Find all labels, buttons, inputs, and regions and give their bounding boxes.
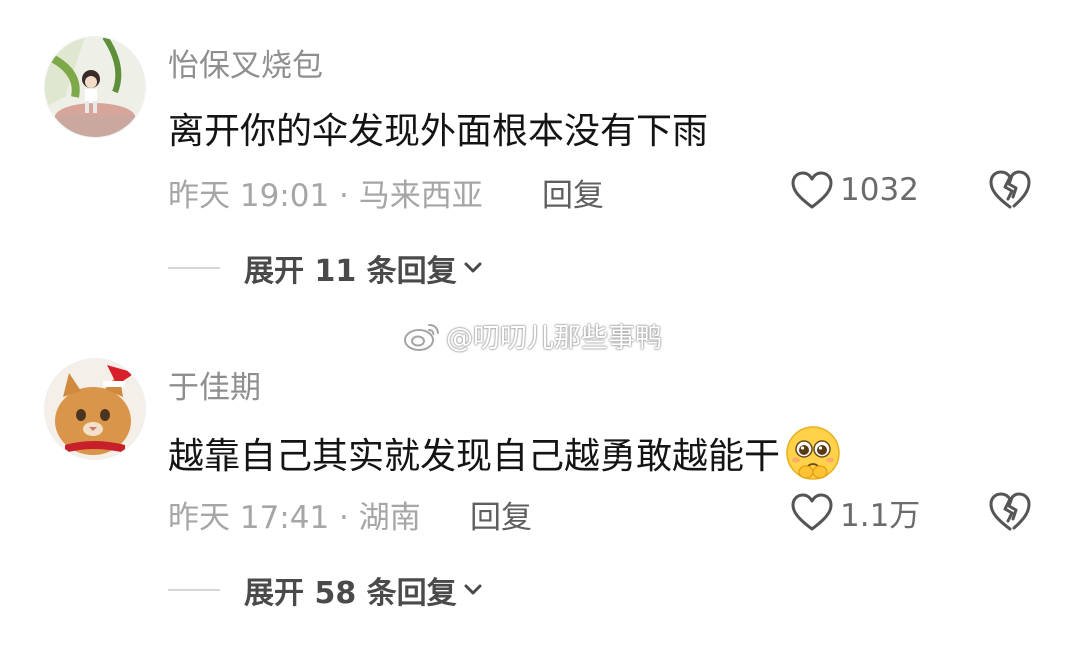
divider (168, 589, 220, 591)
reply-button[interactable]: 回复 (542, 170, 604, 215)
broken-heart-icon (989, 170, 1031, 209)
expand-replies-label: 展开 11 条回复 (244, 254, 457, 289)
comment-meta: 昨天 17:41 · 湖南 (168, 500, 421, 536)
chevron-down-icon (464, 584, 482, 595)
reply-button[interactable]: 回复 (470, 492, 532, 537)
comment-text-content: 离开你的伞发现外面根本没有下雨 (168, 111, 709, 152)
avatar[interactable] (44, 36, 146, 138)
username[interactable]: 于佳期 (168, 362, 261, 407)
broken-heart-icon (989, 492, 1031, 531)
comment-text: 离开你的伞发现外面根本没有下雨 (168, 102, 708, 154)
expand-replies[interactable]: 展开 11 条回复 (168, 248, 485, 289)
expand-replies[interactable]: 展开 58 条回复 (168, 570, 485, 611)
like-count: 1032 (840, 172, 919, 208)
weibo-icon (404, 323, 439, 351)
comment-text: 越靠自己其实就发现自己越勇敢越能干 (168, 424, 842, 482)
like-button[interactable]: 1032 (790, 166, 919, 214)
username[interactable]: 怡保叉烧包 (168, 40, 323, 85)
chevron-down-icon (464, 262, 482, 273)
avatar[interactable] (44, 358, 146, 460)
divider (168, 267, 220, 269)
watermark: @叨叨儿那些事鸭 (402, 316, 662, 355)
heart-icon (791, 171, 833, 209)
dislike-button[interactable] (988, 168, 1032, 210)
pleading-face-emoji-icon (784, 424, 842, 482)
like-button[interactable]: 1.1万 (790, 488, 920, 536)
heart-icon (791, 493, 833, 531)
watermark-text: @叨叨儿那些事鸭 (446, 323, 662, 354)
dislike-button[interactable] (988, 490, 1032, 532)
like-count: 1.1万 (840, 497, 921, 534)
comment-meta: 昨天 19:01 · 马来西亚 (168, 178, 483, 214)
comment-text-content: 越靠自己其实就发现自己越勇敢越能干 (168, 436, 781, 477)
cat-avatar-image (45, 359, 145, 459)
figurine-avatar-image (45, 37, 145, 137)
expand-replies-label: 展开 58 条回复 (244, 576, 457, 611)
